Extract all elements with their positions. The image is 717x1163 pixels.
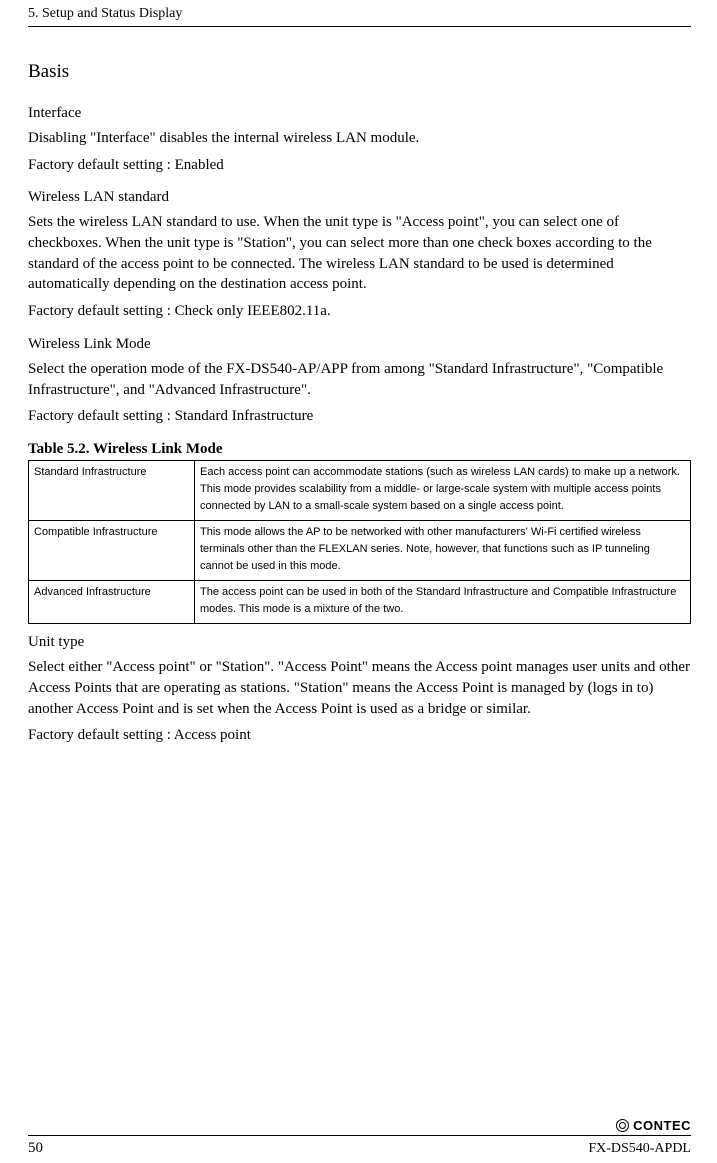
wlm-row-desc: This mode allows the AP to be networked … [195,521,691,581]
interface-heading: Interface [28,105,691,122]
chapter-header: 5. Setup and Status Display [28,6,691,27]
wlm-table: Standard Infrastructure Each access poin… [28,460,691,624]
wlm-row-name: Standard Infrastructure [29,460,195,520]
page-number: 50 [28,1140,43,1157]
wlm-row-name: Advanced Infrastructure [29,581,195,624]
model-number: FX-DS540-APDL [588,1141,691,1157]
wlm-desc: Select the operation mode of the FX-DS54… [28,359,691,400]
brand-name: CONTEC [633,1118,691,1133]
page-footer: CONTEC 50 FX-DS540-APDL [0,1118,717,1157]
unit-type-desc: Select either "Access point" or "Station… [28,657,691,719]
interface-desc: Disabling "Interface" disables the inter… [28,128,691,149]
wlm-heading: Wireless Link Mode [28,336,691,353]
table-row: Compatible Infrastructure This mode allo… [29,521,691,581]
logo-icon [616,1119,629,1132]
wlan-std-desc: Sets the wireless LAN standard to use. W… [28,212,691,295]
unit-type-default: Factory default setting : Access point [28,725,691,746]
wlm-table-caption: Table 5.2. Wireless Link Mode [28,441,691,458]
brand-logo: CONTEC [28,1118,691,1133]
brand-block: CONTEC [28,1118,691,1133]
wlan-std-heading: Wireless LAN standard [28,189,691,206]
wlm-row-desc: The access point can be used in both of … [195,581,691,624]
section-title: Basis [28,61,691,83]
unit-type-heading: Unit type [28,634,691,651]
table-row: Advanced Infrastructure The access point… [29,581,691,624]
wlm-row-desc: Each access point can accommodate statio… [195,460,691,520]
wlm-default: Factory default setting : Standard Infra… [28,406,691,427]
interface-default: Factory default setting : Enabled [28,155,691,176]
wlan-std-default: Factory default setting : Check only IEE… [28,301,691,322]
footer-line: 50 FX-DS540-APDL [28,1135,691,1157]
page-body: 5. Setup and Status Display Basis Interf… [0,0,717,746]
wlm-row-name: Compatible Infrastructure [29,521,195,581]
table-row: Standard Infrastructure Each access poin… [29,460,691,520]
